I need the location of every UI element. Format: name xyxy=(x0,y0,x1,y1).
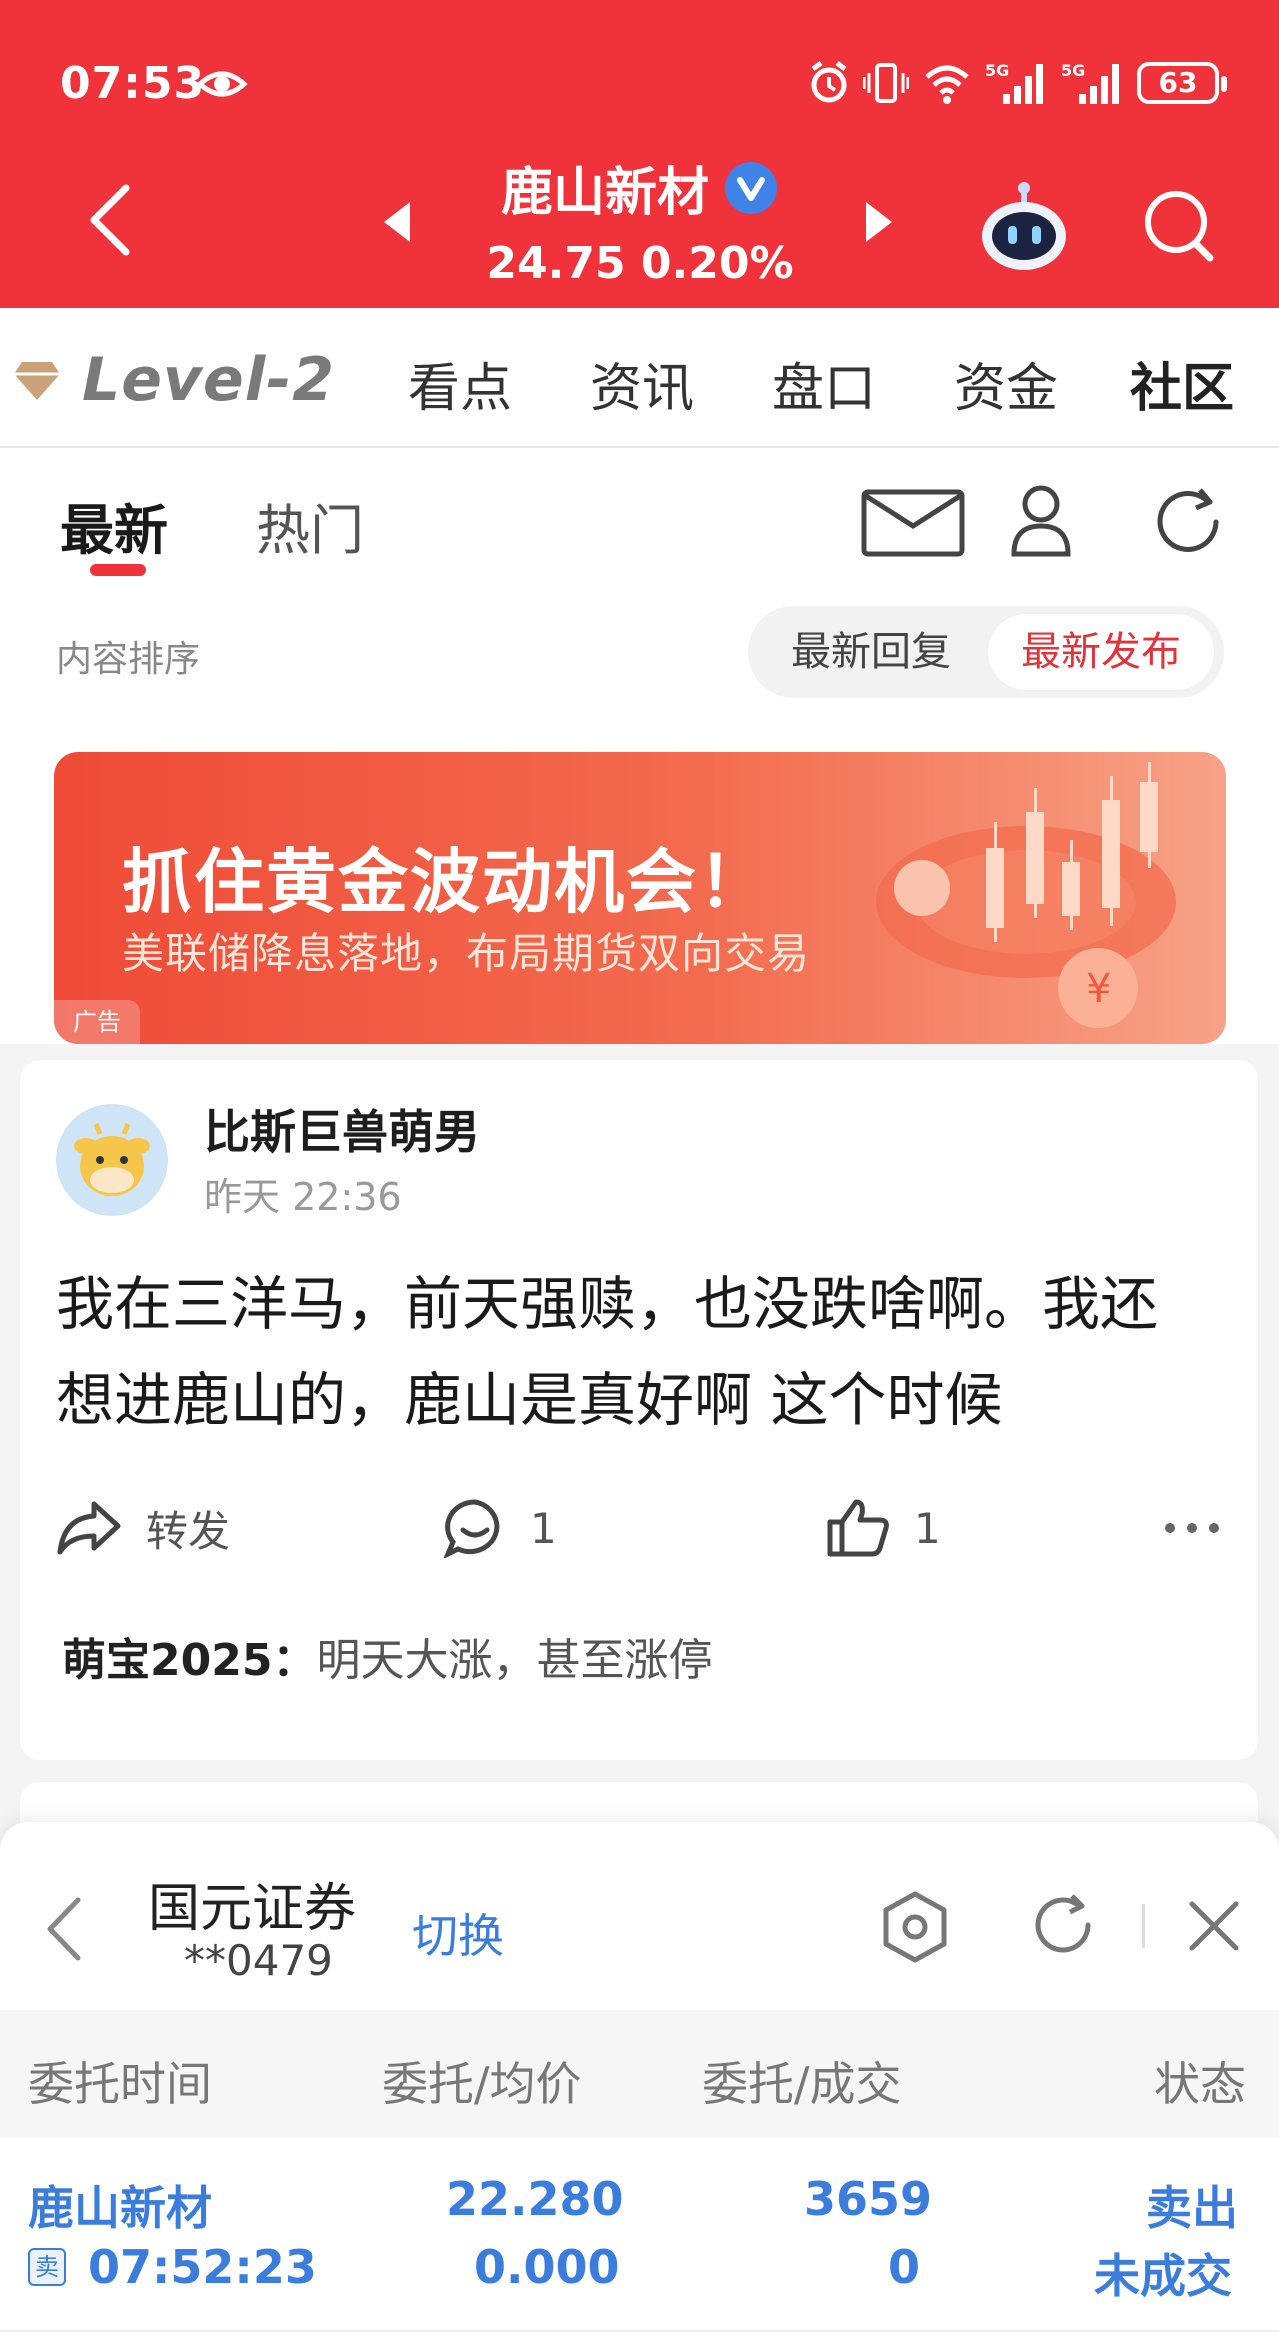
ai-robot-icon[interactable] xyxy=(976,178,1072,274)
forward-button[interactable]: 转发 xyxy=(56,1490,230,1566)
comment-text: 明天大涨，甚至涨停 xyxy=(316,1635,713,1686)
next-stock-icon[interactable] xyxy=(864,200,894,244)
svg-text:¥: ¥ xyxy=(1086,966,1111,1012)
wifi-icon xyxy=(925,65,969,104)
back-icon[interactable] xyxy=(80,180,140,260)
candlestick-art-icon: ¥ xyxy=(876,762,1176,1028)
search-icon[interactable] xyxy=(1140,186,1220,266)
comment-icon xyxy=(444,1499,500,1558)
order-stock-name: 鹿山新材 xyxy=(28,2181,212,2235)
col-order-price: 委托/均价 xyxy=(382,2057,582,2111)
sort-option-latest-post[interactable]: 最新发布 xyxy=(988,614,1214,690)
thumbs-up-icon xyxy=(827,1499,889,1557)
battery-indicator: 63 xyxy=(1137,62,1227,104)
tab-capital[interactable]: 资金 xyxy=(954,346,1058,421)
svg-text:5G: 5G xyxy=(1061,61,1085,80)
order-time: 07:52:23 xyxy=(88,2240,317,2294)
comment-button[interactable]: 1 xyxy=(444,1490,557,1566)
avatar[interactable] xyxy=(56,1104,168,1216)
col-order-qty: 委托/成交 xyxy=(702,2057,902,2111)
toolbar-divider xyxy=(1142,1904,1145,1948)
like-count: 1 xyxy=(914,1503,941,1553)
post-body[interactable]: 我在三洋马，前天强赎，也没跌啥啊。我还想进鹿山的，鹿山是真好啊 这个时候 xyxy=(56,1256,1206,1448)
sort-option-latest-reply[interactable]: 最新回复 xyxy=(758,606,984,698)
signal-5g-icon: 5G xyxy=(1061,61,1119,104)
filled-qty: 0 xyxy=(888,2240,921,2294)
col-order-time: 委托时间 xyxy=(28,2057,212,2111)
app-header: 07:53 5G 5G 63 鹿山新材 24.75 0.20% xyxy=(0,0,1279,308)
post-time: 昨天 22:36 xyxy=(204,1175,402,1219)
stock-quote: 24.75 0.20% xyxy=(486,238,794,289)
refresh-icon[interactable] xyxy=(1150,484,1226,560)
banner-subtitle: 美联储降息落地，布局期货双向交易 xyxy=(122,929,811,978)
close-icon[interactable] xyxy=(1186,1898,1242,1954)
comment-count: 1 xyxy=(530,1503,557,1553)
reload-icon[interactable] xyxy=(1030,1892,1096,1958)
tab-community[interactable]: 社区 xyxy=(1130,346,1234,421)
user-icon[interactable] xyxy=(1010,484,1072,558)
subtab-hot[interactable]: 热门 xyxy=(256,486,364,565)
sort-label: 内容排序 xyxy=(56,639,201,680)
status-bar: 07:53 5G 5G 63 xyxy=(0,40,1279,130)
avg-price: 0.000 xyxy=(474,2240,620,2294)
order-side: 卖出 xyxy=(1146,2181,1238,2235)
more-icon[interactable] xyxy=(1162,1520,1222,1536)
subtab-latest[interactable]: 最新 xyxy=(60,486,168,565)
switch-account-button[interactable]: 切换 xyxy=(412,1900,504,1966)
status-time: 07:53 xyxy=(60,58,206,109)
order-status: 未成交 xyxy=(1094,2249,1232,2303)
level2-label: Level-2 xyxy=(82,345,335,415)
diamond-icon xyxy=(14,362,60,400)
order-price: 22.280 xyxy=(446,2172,624,2226)
col-status: 状态 xyxy=(1154,2057,1246,2111)
settings-hex-icon[interactable] xyxy=(880,1890,950,1964)
ad-tag: 广告 xyxy=(54,1000,140,1044)
comment-author: 萌宝2025： xyxy=(62,1635,317,1686)
active-tab-indicator xyxy=(1152,126,1224,138)
prev-stock-icon[interactable] xyxy=(382,200,412,244)
order-qty: 3659 xyxy=(804,2172,933,2226)
stock-tab-bar: Level-2 看点 资讯 盘口 资金 社区 xyxy=(0,308,1279,448)
ad-banner[interactable]: 抓住黄金波动机会！ 美联储降息落地，布局期货双向交易 广告 ¥ xyxy=(54,752,1226,1044)
stock-name: 鹿山新材 xyxy=(500,163,709,223)
tab-kandian[interactable]: 看点 xyxy=(408,346,512,421)
svg-text:5G: 5G xyxy=(985,61,1009,80)
like-button[interactable]: 1 xyxy=(826,1490,941,1566)
share-icon xyxy=(57,1501,121,1555)
tab-news[interactable]: 资讯 xyxy=(590,346,694,421)
row-divider xyxy=(0,2330,1279,2332)
alarm-icon xyxy=(811,61,847,103)
account-number: **0479 xyxy=(184,1936,333,1985)
post-author[interactable]: 比斯巨兽萌男 xyxy=(204,1096,480,1162)
collapse-icon[interactable] xyxy=(44,1894,84,1964)
stock-title: 鹿山新材 xyxy=(420,150,860,225)
comment-preview[interactable]: 萌宝2025：明天大涨，甚至涨停 xyxy=(62,1624,712,1688)
vibrate-icon xyxy=(863,63,909,103)
eye-icon xyxy=(196,71,248,97)
forward-label: 转发 xyxy=(146,1506,231,1556)
sort-toggle: 最新回复 最新发布 xyxy=(748,606,1224,698)
tab-orderbook[interactable]: 盘口 xyxy=(772,346,876,421)
verified-icon xyxy=(725,161,777,214)
active-subtab-indicator xyxy=(90,564,146,576)
broker-name: 国元证券 xyxy=(148,1879,357,1939)
signal-5g-icon: 5G xyxy=(985,61,1043,104)
mail-icon[interactable] xyxy=(860,488,966,558)
status-icons: 5G 5G 63 xyxy=(809,58,1227,108)
banner-title: 抓住黄金波动机会！ xyxy=(122,841,770,923)
cow-avatar-icon xyxy=(56,1104,168,1216)
sell-tag: 卖 xyxy=(28,2248,66,2286)
level2-entry[interactable]: Level-2 xyxy=(12,340,335,420)
